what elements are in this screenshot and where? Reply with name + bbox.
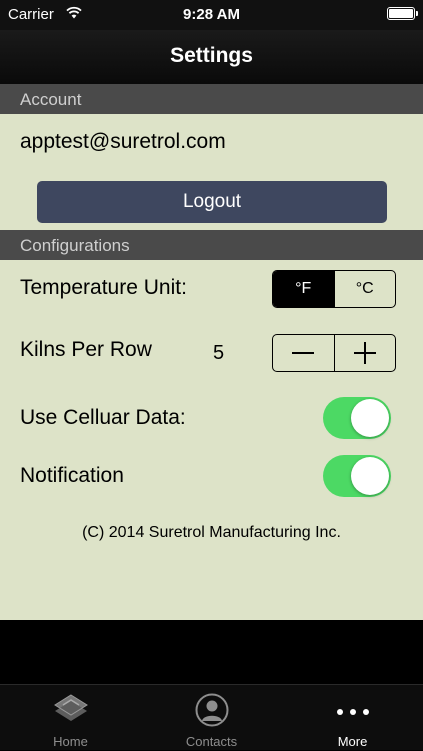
temperature-unit-label: Temperature Unit: [20,276,187,299]
tab-home-label: Home [53,734,88,749]
decrement-button[interactable] [273,335,334,371]
cellular-data-toggle[interactable] [323,397,391,439]
home-logo-icon [53,693,89,728]
navigation-bar: Settings [0,30,423,84]
more-dots-icon [336,703,370,721]
temperature-unit-segmented-control: °F °C [272,270,396,308]
notification-toggle[interactable] [323,455,391,497]
kilns-per-row-value: 5 [213,342,225,364]
segment-celsius[interactable]: °C [333,271,396,307]
kilns-per-row-label: Kilns Per Row [20,338,152,361]
battery-icon [387,7,418,20]
kilns-per-row-stepper [272,334,396,372]
toggle-knob [351,399,389,437]
tab-more[interactable]: More [282,685,423,751]
status-bar: Carrier 9:28 AM [0,0,423,30]
account-email: apptest@suretrol.com [20,130,226,153]
minus-icon [292,352,315,354]
increment-button[interactable] [333,335,396,371]
contacts-icon [195,693,229,732]
tab-bar: Home Contacts More [0,684,423,750]
tab-more-label: More [337,734,368,749]
section-header-account: Account [0,84,423,114]
tab-home[interactable]: Home [0,685,141,751]
notification-label: Notification [20,464,124,487]
section-header-configurations: Configurations [0,230,423,260]
settings-content: Account apptest@suretrol.com Logout Conf… [0,84,423,620]
copyright-text: (C) 2014 Suretrol Manufacturing Inc. [82,524,341,541]
tab-contacts-label: Contacts [185,734,238,749]
cellular-data-label: Use Celluar Data: [20,406,186,429]
segment-fahrenheit[interactable]: °F [273,271,334,307]
plus-icon [353,342,376,364]
page-title: Settings [170,44,253,67]
logout-button[interactable]: Logout [37,181,387,223]
clock: 9:28 AM [183,6,240,23]
tab-contacts[interactable]: Contacts [141,685,282,751]
toggle-knob [351,457,389,495]
